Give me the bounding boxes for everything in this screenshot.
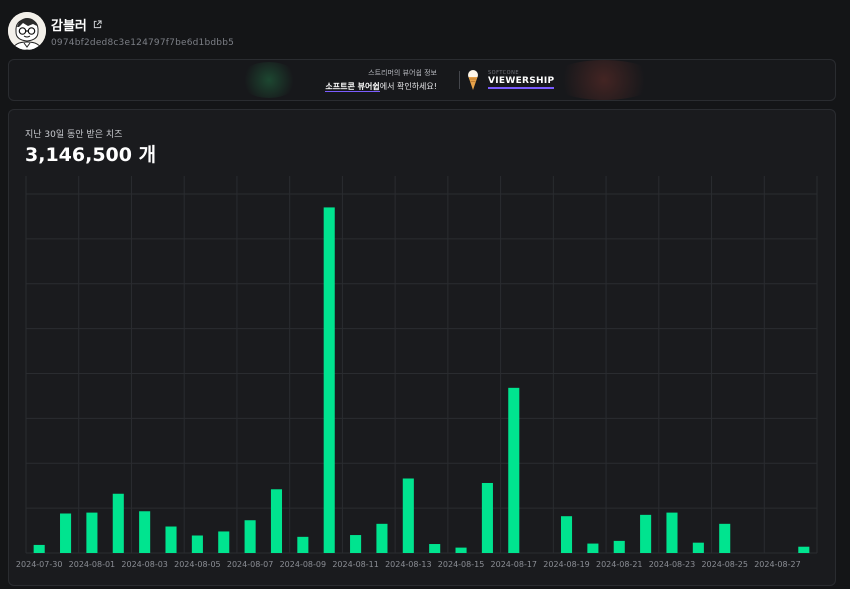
chart-bar[interactable]	[33, 544, 45, 553]
chart-bar[interactable]	[798, 546, 810, 553]
banner-decoration	[549, 60, 659, 100]
x-tick-label: 2024-08-15	[438, 560, 485, 569]
x-tick-label: 2024-08-21	[596, 560, 643, 569]
avatar[interactable]	[8, 12, 46, 50]
chart-bar[interactable]	[350, 535, 362, 553]
chart-bar[interactable]	[218, 531, 230, 553]
banner-highlight: 소프트콘 뷰어쉽	[325, 82, 380, 92]
chart-bar[interactable]	[60, 513, 72, 553]
banner-decoration	[239, 62, 299, 98]
streamer-name[interactable]: 감블러	[51, 15, 87, 34]
chart-bar[interactable]	[323, 207, 335, 553]
chart-bar[interactable]	[508, 387, 520, 553]
banner-divider	[459, 71, 460, 89]
chart-bar[interactable]	[376, 523, 388, 553]
chart-bar[interactable]	[719, 523, 731, 553]
x-tick-label: 2024-08-13	[385, 560, 432, 569]
chart-bar[interactable]	[270, 489, 283, 553]
chart-bar[interactable]	[640, 514, 652, 553]
external-link-icon[interactable]	[93, 19, 102, 29]
chart-bar[interactable]	[587, 543, 599, 553]
viewership-logo: SOFTCONE VIEWERSHIP	[488, 70, 555, 89]
x-tick-label: 2024-08-27	[754, 560, 801, 569]
chart-bar[interactable]	[297, 536, 309, 553]
chart-bar[interactable]	[112, 493, 124, 553]
x-tick-label: 2024-08-07	[227, 560, 274, 569]
chart-bar[interactable]	[666, 512, 678, 553]
ice-cream-icon	[467, 69, 479, 95]
chart-bar[interactable]	[191, 535, 203, 553]
chart-bar[interactable]	[244, 520, 256, 553]
chart-bar[interactable]	[481, 482, 493, 553]
x-tick-label: 2024-08-01	[69, 560, 116, 569]
avatar-image	[8, 12, 46, 50]
chart-bar[interactable]	[692, 542, 704, 553]
x-tick-label: 2024-08-19	[543, 560, 590, 569]
streamer-hash: 0974bf2ded8c3e124797f7be6d1bdbb5	[51, 37, 235, 48]
x-tick-label: 2024-08-03	[121, 560, 168, 569]
banner-line2: 에서 확인하세요!	[379, 82, 437, 91]
x-tick-label: 2024-08-05	[174, 560, 221, 569]
chart-bar[interactable]	[165, 526, 177, 553]
x-tick-label: 2024-08-23	[649, 560, 696, 569]
viewership-banner[interactable]: 스트리머의 뷰어쉽 정보 소프트콘 뷰어쉽에서 확인하세요! SOFTCONE …	[8, 59, 836, 101]
cheese-chart-card: 지난 30일 동안 받은 치즈 3,146,500 개 2024-07-30 20…	[8, 109, 836, 586]
x-tick-label: 2024-08-25	[701, 560, 748, 569]
chart-bar[interactable]	[560, 516, 573, 553]
chart-bar[interactable]	[613, 540, 625, 553]
cheese-bar-chart: 2024-07-30 2024-08-01 2024-08-03 2024-08-05…	[16, 176, 818, 569]
chart-bar[interactable]	[455, 547, 467, 553]
streamer-profile: 감블러 0974bf2ded8c3e124797f7be6d1bdbb5	[8, 10, 234, 52]
banner-line1: 스트리머의 뷰어쉽 정보	[368, 69, 437, 77]
x-tick-label: 2024-08-17	[491, 560, 538, 569]
x-tick-label: 2024-08-09	[280, 560, 327, 569]
x-tick-label: 2024-07-30	[16, 560, 63, 569]
viewership-logo-text: VIEWERSHIP	[488, 76, 555, 89]
chart-bar[interactable]	[402, 478, 414, 553]
chart-bar[interactable]	[429, 544, 441, 553]
x-tick-label: 2024-08-11	[332, 560, 379, 569]
chart-bar[interactable]	[139, 511, 151, 553]
chart-bar[interactable]	[86, 512, 98, 553]
